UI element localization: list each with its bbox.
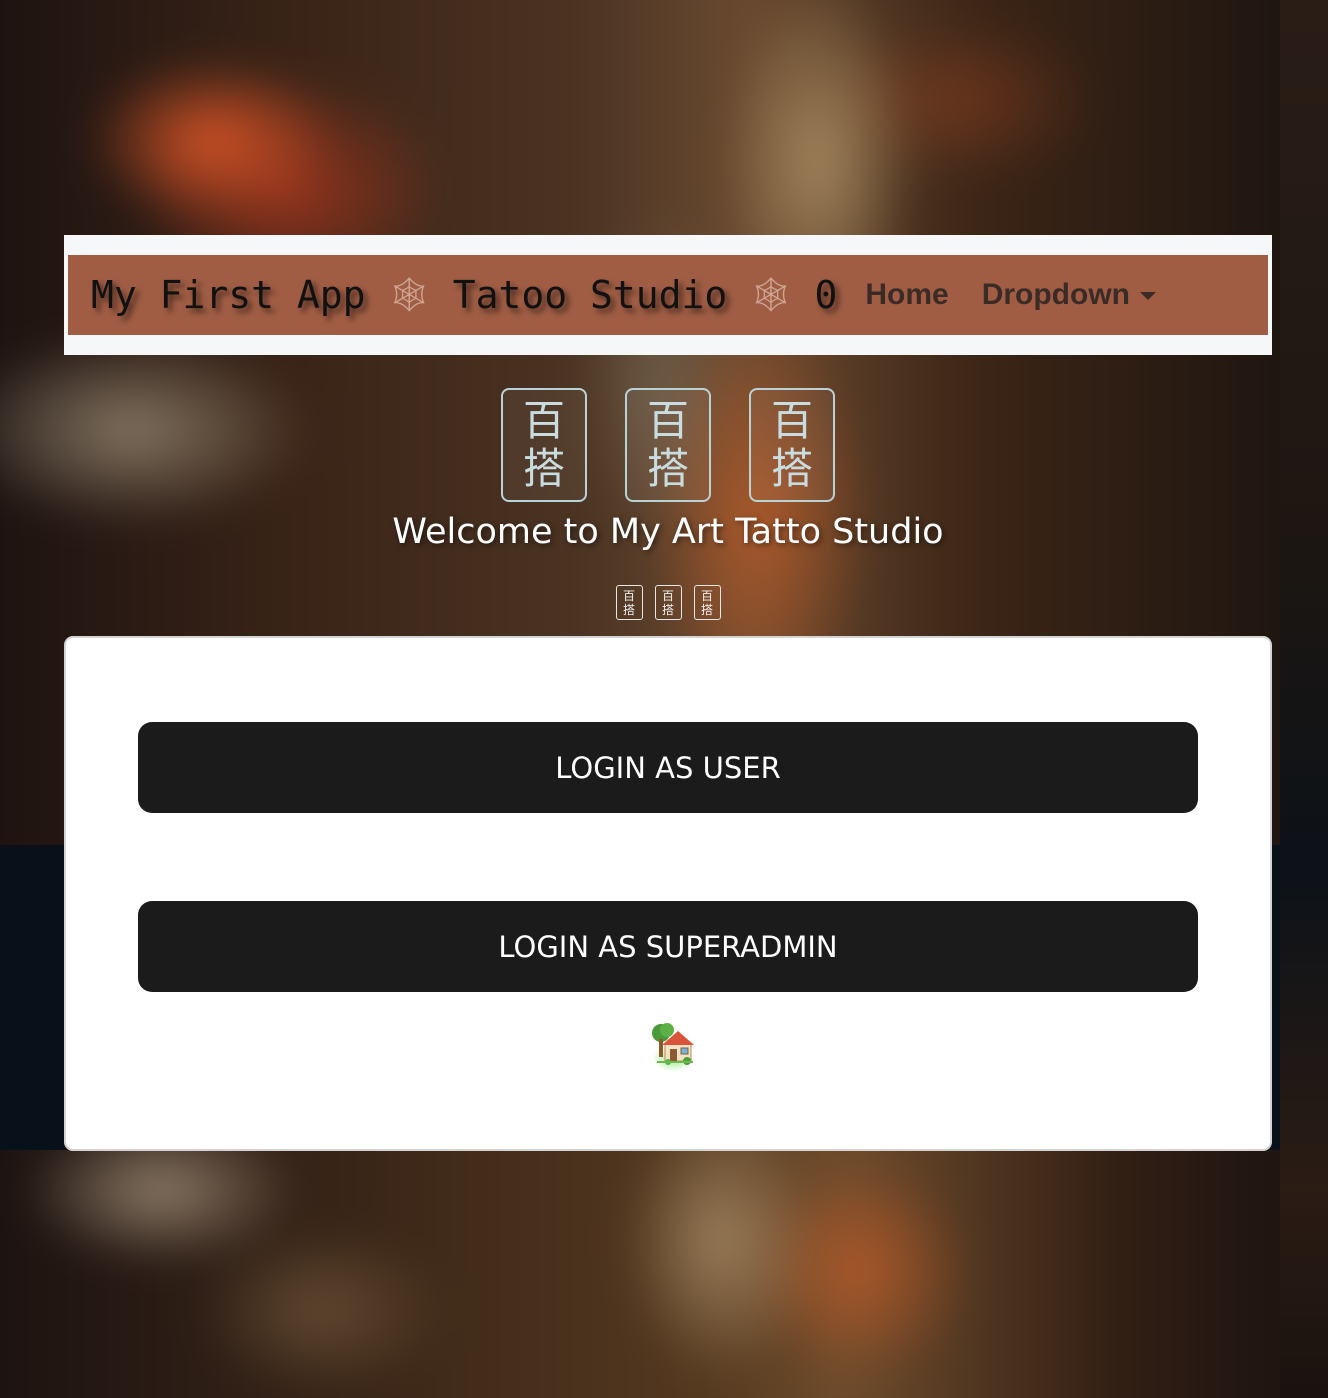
house-with-garden-icon [652, 1023, 694, 1065]
mahjong-tile-icon: 百 搭 [501, 388, 587, 502]
hero-icon-row: 百 搭 百 搭 百 搭 [0, 388, 1328, 502]
navbar-bar: My First App 🕸 Tatoo Studio 🕸 0 Home Dro… [68, 255, 1268, 335]
nav-link-home[interactable]: Home [865, 278, 948, 312]
tile-glyph-bottom: 搭 [522, 444, 565, 493]
mahjong-tile-small-icon: 百 搭 [654, 585, 682, 620]
tile-glyph-bottom: 搭 [700, 602, 713, 617]
tile-glyph-top: 百 [661, 588, 674, 603]
mahjong-tile-small-icon: 百 搭 [693, 585, 721, 620]
tile-glyph-bottom: 搭 [646, 444, 689, 493]
mahjong-tile-small-icon: 百 搭 [615, 585, 643, 620]
tile-glyph-top: 百 [522, 396, 565, 445]
mahjong-tile-icon: 百 搭 [749, 388, 835, 502]
brand-counter: 0 [814, 273, 838, 317]
background-photo-bottom [0, 1150, 1280, 1398]
brand-app-name: My First App [91, 273, 366, 317]
tile-glyph-top: 百 [770, 396, 813, 445]
tile-glyph-top: 百 [646, 396, 689, 445]
tile-glyph-bottom: 搭 [770, 444, 813, 493]
caret-down-icon [1140, 292, 1156, 300]
login-card: LOGIN AS USER LOGIN AS SUPERADMIN [64, 636, 1272, 1151]
nav-dropdown-toggle[interactable]: Dropdown [982, 278, 1156, 312]
spider-web-icon: 🕸 [387, 275, 431, 315]
brand-studio-name: Tatoo Studio [452, 273, 728, 317]
navbar: My First App 🕸 Tatoo Studio 🕸 0 Home Dro… [64, 235, 1272, 355]
background-right-strip [1280, 0, 1328, 1398]
tile-glyph-top: 百 [622, 588, 635, 603]
spider-web-icon: 🕸 [749, 275, 793, 315]
mahjong-tile-icon: 百 搭 [625, 388, 711, 502]
navbar-links: Home Dropdown [865, 278, 1189, 312]
login-as-superadmin-button[interactable]: LOGIN AS SUPERADMIN [138, 901, 1198, 992]
nav-dropdown-label: Dropdown [981, 278, 1130, 311]
tile-glyph-bottom: 搭 [661, 602, 674, 617]
tile-glyph-bottom: 搭 [622, 602, 635, 617]
home-link[interactable] [644, 1014, 700, 1074]
login-as-user-button[interactable]: LOGIN AS USER [138, 722, 1198, 813]
navbar-brand[interactable]: My First App 🕸 Tatoo Studio 🕸 0 [91, 273, 837, 317]
hero-small-icon-row: 百 搭 百 搭 百 搭 [0, 585, 1328, 620]
welcome-heading: Welcome to My Art Tatto Studio [392, 512, 944, 552]
tile-glyph-top: 百 [700, 588, 713, 603]
